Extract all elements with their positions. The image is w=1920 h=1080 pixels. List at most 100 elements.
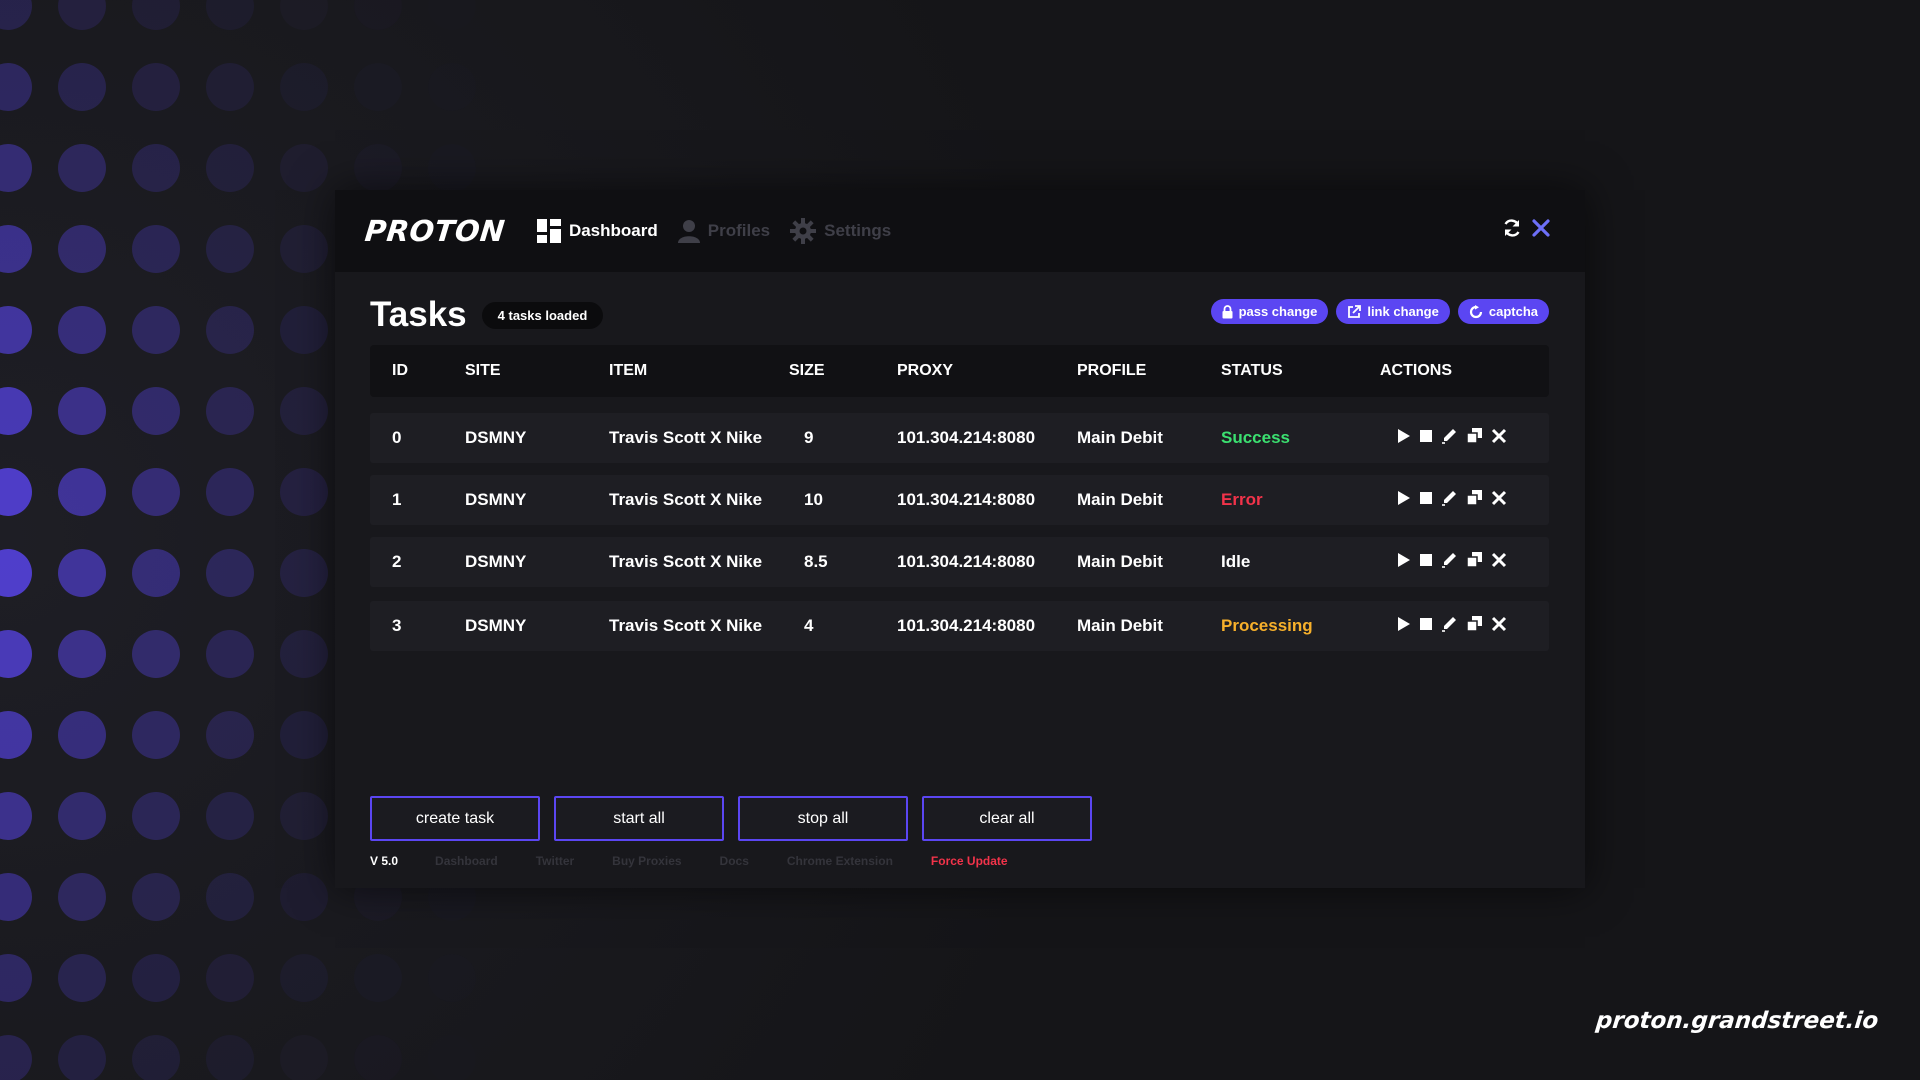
background-dot — [0, 306, 32, 354]
background-dot — [206, 144, 254, 192]
row-actions — [1397, 427, 1515, 444]
cell-size: 4 — [804, 616, 814, 635]
gear-icon — [790, 218, 817, 244]
background-dot — [0, 792, 32, 840]
footer-link-docs[interactable]: Docs — [720, 854, 749, 868]
refresh-icon[interactable] — [1502, 218, 1522, 243]
cell-size: 10 — [804, 490, 823, 509]
stop-icon[interactable] — [1419, 553, 1433, 567]
background-dot — [206, 306, 254, 354]
nav-label-settings: Settings — [824, 221, 892, 240]
cell-id: 0 — [392, 428, 402, 447]
background-dot — [0, 1035, 32, 1080]
background-dot — [354, 954, 402, 1002]
create-task-button[interactable]: create task — [370, 796, 540, 841]
bulk-action-buttons: create task start all stop all clear all — [370, 796, 1106, 841]
background-dot — [280, 0, 328, 30]
footer-link-buy-proxies[interactable]: Buy Proxies — [612, 854, 681, 868]
background-dot — [280, 954, 328, 1002]
force-update-link[interactable]: Force Update — [931, 854, 1008, 868]
footer-link-dashboard[interactable]: Dashboard — [435, 854, 498, 868]
edit-icon[interactable] — [1441, 489, 1458, 506]
close-icon[interactable] — [1532, 219, 1550, 242]
delete-icon[interactable] — [1491, 552, 1507, 568]
quick-action-badges: pass change link change captcha — [1203, 299, 1549, 324]
clear-all-button[interactable]: clear all — [922, 796, 1092, 841]
edit-icon[interactable] — [1441, 615, 1458, 632]
start-all-button[interactable]: start all — [554, 796, 724, 841]
cell-profile: Main Debit — [1077, 552, 1163, 571]
column-header-status: STATUS — [1221, 362, 1283, 379]
duplicate-icon[interactable] — [1466, 615, 1483, 632]
background-dot — [206, 387, 254, 435]
edit-icon[interactable] — [1441, 551, 1458, 568]
delete-icon[interactable] — [1491, 490, 1507, 506]
background-dot — [280, 630, 328, 678]
table-header: ID SITE ITEM SIZE PROXY PROFILE STATUS A… — [370, 345, 1549, 397]
duplicate-icon[interactable] — [1466, 551, 1483, 568]
duplicate-icon[interactable] — [1466, 489, 1483, 506]
background-dot — [206, 630, 254, 678]
cell-status: Processing — [1221, 616, 1313, 635]
delete-icon[interactable] — [1491, 428, 1507, 444]
cell-item: Travis Scott X Nike — [609, 616, 763, 635]
nav-item-settings[interactable]: Settings — [790, 218, 891, 244]
tasks-heading: Tasks 4 tasks loaded — [370, 295, 604, 335]
play-icon[interactable] — [1397, 552, 1411, 568]
background-dot — [0, 0, 32, 30]
pass-change-button[interactable]: pass change — [1210, 299, 1329, 324]
stop-icon[interactable] — [1419, 617, 1433, 631]
background-dot — [132, 711, 180, 759]
nav-item-dashboard[interactable]: Dashboard — [536, 219, 658, 243]
page-title: Tasks — [370, 295, 467, 334]
brand-url: proton.grandstreet.io — [1594, 1008, 1880, 1034]
edit-icon[interactable] — [1441, 427, 1458, 444]
background-dot — [428, 1035, 476, 1080]
column-header-actions: ACTIONS — [1380, 362, 1452, 379]
cell-id: 1 — [392, 490, 402, 509]
stop-icon[interactable] — [1419, 429, 1433, 443]
background-dot — [280, 387, 328, 435]
cell-profile: Main Debit — [1077, 616, 1163, 635]
column-header-item: ITEM — [609, 362, 648, 379]
table-row[interactable]: 0 DSMNY Travis Scott X Nike 9 101.304.21… — [370, 413, 1549, 463]
captcha-button[interactable]: captcha — [1457, 299, 1549, 324]
background-dot — [58, 468, 106, 516]
stop-all-button[interactable]: stop all — [738, 796, 908, 841]
cell-site: DSMNY — [465, 616, 527, 635]
play-icon[interactable] — [1397, 428, 1411, 444]
table-row[interactable]: 2 DSMNY Travis Scott X Nike 8.5 101.304.… — [370, 537, 1549, 587]
footer-link-twitter[interactable]: Twitter — [536, 854, 574, 868]
app-logo: PROTON — [363, 214, 507, 248]
nav-item-profiles[interactable]: Profiles — [677, 219, 770, 243]
dashboard-icon — [536, 219, 561, 243]
background-dot — [280, 711, 328, 759]
pass-change-label: pass change — [1238, 304, 1318, 319]
background-dot — [132, 387, 180, 435]
background-dot — [58, 144, 106, 192]
play-icon[interactable] — [1397, 490, 1411, 506]
row-actions — [1397, 551, 1515, 568]
table-row[interactable]: 1 DSMNY Travis Scott X Nike 10 101.304.2… — [370, 475, 1549, 525]
cell-profile: Main Debit — [1077, 428, 1163, 447]
background-dot — [280, 225, 328, 273]
background-dot — [58, 63, 106, 111]
delete-icon[interactable] — [1491, 616, 1507, 632]
footer-link-chrome-extension[interactable]: Chrome Extension — [787, 854, 893, 868]
duplicate-icon[interactable] — [1466, 427, 1483, 444]
cell-status: Success — [1221, 428, 1290, 447]
column-header-id: ID — [392, 362, 408, 379]
cell-profile: Main Debit — [1077, 490, 1163, 509]
background-dot — [132, 306, 180, 354]
main-nav: Dashboard Profiles Settings — [536, 218, 911, 244]
stop-icon[interactable] — [1419, 491, 1433, 505]
background-dot — [206, 1035, 254, 1080]
table-row[interactable]: 3 DSMNY Travis Scott X Nike 4 101.304.21… — [370, 601, 1549, 651]
link-change-button[interactable]: link change — [1336, 299, 1450, 324]
background-dot — [206, 549, 254, 597]
play-icon[interactable] — [1397, 616, 1411, 632]
background-dot — [58, 792, 106, 840]
background-dot — [206, 954, 254, 1002]
background-dot — [280, 792, 328, 840]
column-header-proxy: PROXY — [897, 362, 954, 379]
